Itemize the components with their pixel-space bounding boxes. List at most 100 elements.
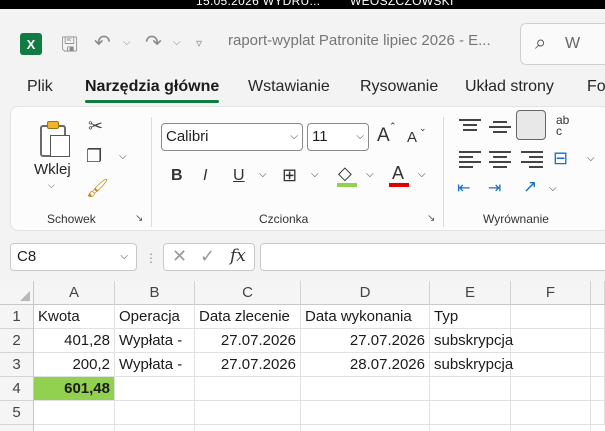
cell-c5[interactable] [195, 401, 301, 425]
cancel-icon[interactable]: ✕ [172, 246, 187, 267]
tab-narzedzia-glowne[interactable]: Narzędzia główne [85, 78, 220, 103]
more-options-icon[interactable]: ⋮ [145, 251, 157, 265]
cell-e2[interactable]: subskrypcja [430, 329, 513, 353]
decrease-indent-icon[interactable]: ⇤ [457, 178, 470, 198]
cell-c2[interactable]: 27.07.2026 [195, 329, 301, 353]
row-header-3[interactable]: 3 [0, 353, 34, 377]
increase-indent-icon[interactable]: ⇥ [488, 178, 501, 198]
cell-c3[interactable]: 27.07.2026 [195, 353, 301, 377]
format-painter-icon[interactable]: 🖌 [86, 179, 109, 197]
underline-dropdown-icon[interactable]: ⌵ [259, 169, 267, 180]
cell-f6[interactable] [511, 425, 591, 431]
row-header-4[interactable]: 4 [0, 377, 34, 401]
column-header-a[interactable]: A [34, 281, 115, 305]
align-center-icon[interactable] [489, 151, 511, 168]
row-header-1[interactable]: 1 [0, 305, 34, 329]
column-header-b[interactable]: B [115, 281, 195, 305]
tab-uklad-strony[interactable]: Układ strony [465, 78, 554, 96]
align-top-icon[interactable] [459, 119, 481, 135]
cell-b6[interactable] [115, 425, 195, 431]
cell-d6[interactable] [301, 425, 430, 431]
font-size-select[interactable]: 11 ⌵ [307, 123, 369, 151]
italic-button[interactable]: I [203, 167, 207, 185]
copy-dropdown-icon[interactable]: ⌵ [119, 152, 127, 162]
wrap-text-icon[interactable]: ab c [556, 114, 576, 137]
underline-button[interactable]: U [233, 167, 245, 185]
cell-e3[interactable]: subskrypcja [430, 353, 513, 377]
row-header-2[interactable]: 2 [0, 329, 34, 353]
bold-button[interactable]: B [171, 167, 183, 185]
customize-toolbar-icon[interactable]: ▿ [196, 36, 202, 50]
undo-icon[interactable]: ↶ [94, 30, 111, 55]
column-header-g[interactable] [591, 281, 605, 305]
cell-g5[interactable] [591, 401, 605, 425]
align-left-icon[interactable] [459, 151, 481, 168]
cell-d2[interactable]: 27.07.2026 [301, 329, 430, 353]
formula-input[interactable] [260, 243, 605, 271]
cell-g4[interactable] [591, 377, 605, 401]
font-name-select[interactable]: Calibri ⌵ [161, 123, 303, 151]
shrink-font-icon[interactable]: A [407, 129, 417, 146]
borders-dropdown-icon[interactable]: ⌵ [311, 169, 319, 180]
document-title[interactable]: raport-wyplat Patronite lipiec 2026 - E.… [228, 32, 491, 49]
name-box[interactable]: C8 ⌵ [10, 243, 137, 271]
cell-c4[interactable] [195, 377, 301, 401]
borders-icon[interactable]: ⊞ [282, 165, 297, 186]
cut-icon[interactable]: ✂ [88, 117, 103, 135]
grow-font-icon[interactable]: A [377, 125, 390, 147]
row-header-6[interactable]: 6 [0, 425, 34, 431]
cell-d5[interactable] [301, 401, 430, 425]
clipboard-launcher-icon[interactable]: ↘ [135, 213, 143, 224]
orientation-icon[interactable]: ↗ [523, 177, 537, 197]
cell-d3[interactable]: 28.07.2026 [301, 353, 430, 377]
paste-button-label[interactable]: Wklej [34, 161, 71, 178]
cell-c6[interactable] [195, 425, 301, 431]
undo-dropdown-icon[interactable]: ⌵ [123, 37, 131, 48]
cell-b2[interactable]: Wypłata - [115, 329, 195, 353]
cell-e1[interactable]: Typ [430, 305, 511, 329]
column-header-d[interactable]: D [301, 281, 430, 305]
copy-icon[interactable]: ❐ [86, 147, 102, 165]
redo-dropdown-icon[interactable]: ⌵ [173, 37, 181, 48]
cell-f5[interactable] [511, 401, 591, 425]
column-header-f[interactable]: F [511, 281, 591, 305]
search-box[interactable]: ⌕ W [520, 23, 605, 65]
cell-e5[interactable] [430, 401, 511, 425]
select-all-corner[interactable] [0, 281, 34, 305]
cell-c1[interactable]: Data zlecenie [195, 305, 301, 329]
cell-a5[interactable] [34, 401, 115, 425]
cell-e6[interactable] [430, 425, 511, 431]
redo-icon[interactable]: ↷ [145, 30, 162, 55]
cell-g1[interactable] [591, 305, 605, 329]
cell-g2[interactable] [591, 329, 605, 353]
cell-f1[interactable] [511, 305, 591, 329]
merge-center-icon[interactable]: ⊟ [553, 148, 568, 169]
tab-rysowanie[interactable]: Rysowanie [360, 78, 438, 96]
cell-b5[interactable] [115, 401, 195, 425]
cell-b1[interactable]: Operacja [115, 305, 195, 329]
cell-a4-total[interactable]: 601,48 [34, 377, 115, 401]
orientation-dropdown-icon[interactable]: ⌵ [549, 183, 557, 194]
cell-e4[interactable] [430, 377, 511, 401]
paste-dropdown-icon[interactable]: ⌵ [48, 180, 55, 191]
row-header-5[interactable]: 5 [0, 401, 34, 425]
cell-a6[interactable] [34, 425, 115, 431]
fill-color-icon[interactable]: ◇ [338, 163, 352, 184]
cell-d4[interactable] [301, 377, 430, 401]
cell-a1[interactable]: Kwota [34, 305, 115, 329]
font-color-dropdown-icon[interactable]: ⌵ [418, 169, 426, 180]
cell-f3[interactable] [511, 353, 591, 377]
align-middle-icon[interactable] [489, 121, 511, 137]
cell-g3[interactable] [591, 353, 605, 377]
fill-color-dropdown-icon[interactable]: ⌵ [366, 169, 374, 180]
font-color-icon[interactable]: A [392, 163, 404, 184]
insert-function-icon[interactable]: fx [230, 246, 246, 266]
cell-f2[interactable] [511, 329, 591, 353]
save-icon[interactable]: 🖫 [61, 30, 78, 64]
cell-a3[interactable]: 200,2 [34, 353, 115, 377]
merge-dropdown-icon[interactable]: ⌵ [587, 153, 595, 164]
font-launcher-icon[interactable]: ↘ [427, 213, 435, 224]
column-header-e[interactable]: E [430, 281, 511, 305]
tab-plik[interactable]: Plik [27, 78, 53, 96]
confirm-icon[interactable]: ✓ [200, 246, 215, 267]
